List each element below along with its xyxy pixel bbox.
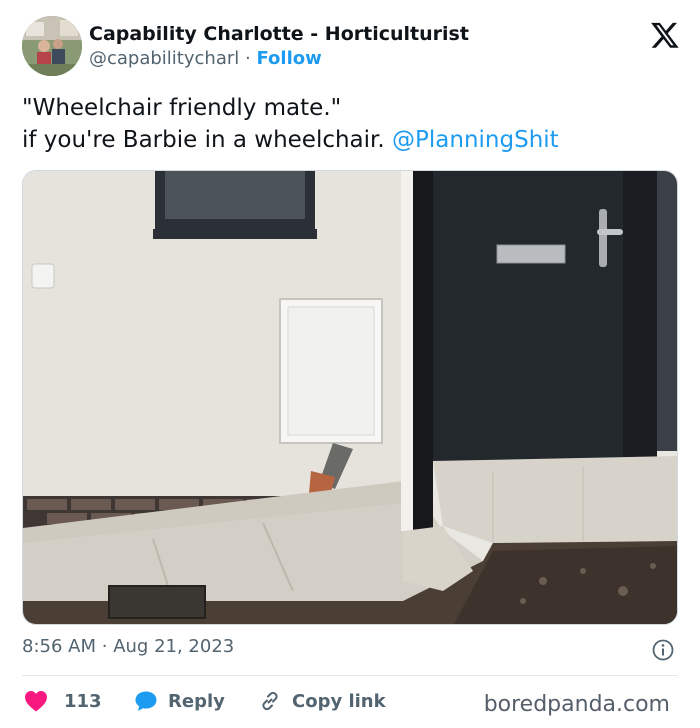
reply-button[interactable]: Reply [134,686,225,716]
mention-link[interactable]: @PlanningShit [392,127,559,153]
handle-separator: · [245,48,251,69]
x-logo-icon[interactable] [650,20,680,50]
copy-link-button[interactable]: Copy link [258,686,386,716]
reply-label: Reply [168,690,225,712]
tweet-time: 8:56 AM [22,636,96,657]
house-entrance-photo-icon [23,171,677,624]
tweet-photo[interactable] [22,170,678,625]
follow-button[interactable]: Follow [256,48,321,69]
reply-bubble-icon [135,691,157,711]
divider [22,675,678,676]
avatar[interactable] [22,16,82,76]
like-count: 113 [64,690,102,712]
info-icon[interactable] [651,638,675,662]
heart-icon [25,691,47,712]
tweet-text-body: if you're Barbie in a wheelchair. [22,127,393,153]
tweet-date: Aug 21, 2023 [113,636,235,657]
tweet-timestamp[interactable]: 8:56 AM · Aug 21, 2023 [22,636,234,657]
author-handle-row: @capabilitycharl · Follow [89,48,322,69]
tweet-text-line-2: if you're Barbie in a wheelchair. @Plann… [22,124,682,156]
watermark: boredpanda.com [483,692,670,717]
author-display-name[interactable]: Capability Charlotte - Horticulturist [89,23,469,45]
tweet-header: Capability Charlotte - Horticulturist @c… [22,14,682,78]
avatar-photo-icon [22,16,82,76]
tweet-actions: 113 Reply Copy link boredpanda.com [22,686,692,717]
timestamp-separator: · [101,636,108,657]
author-handle[interactable]: @capabilitycharl [89,48,239,69]
tweet-text-line-1: "Wheelchair friendly mate." [22,95,342,121]
link-icon [262,691,278,711]
tweet-text: "Wheelchair friendly mate." if you're Ba… [22,92,682,156]
like-button[interactable]: 113 [24,686,102,716]
copy-link-label: Copy link [292,690,386,712]
